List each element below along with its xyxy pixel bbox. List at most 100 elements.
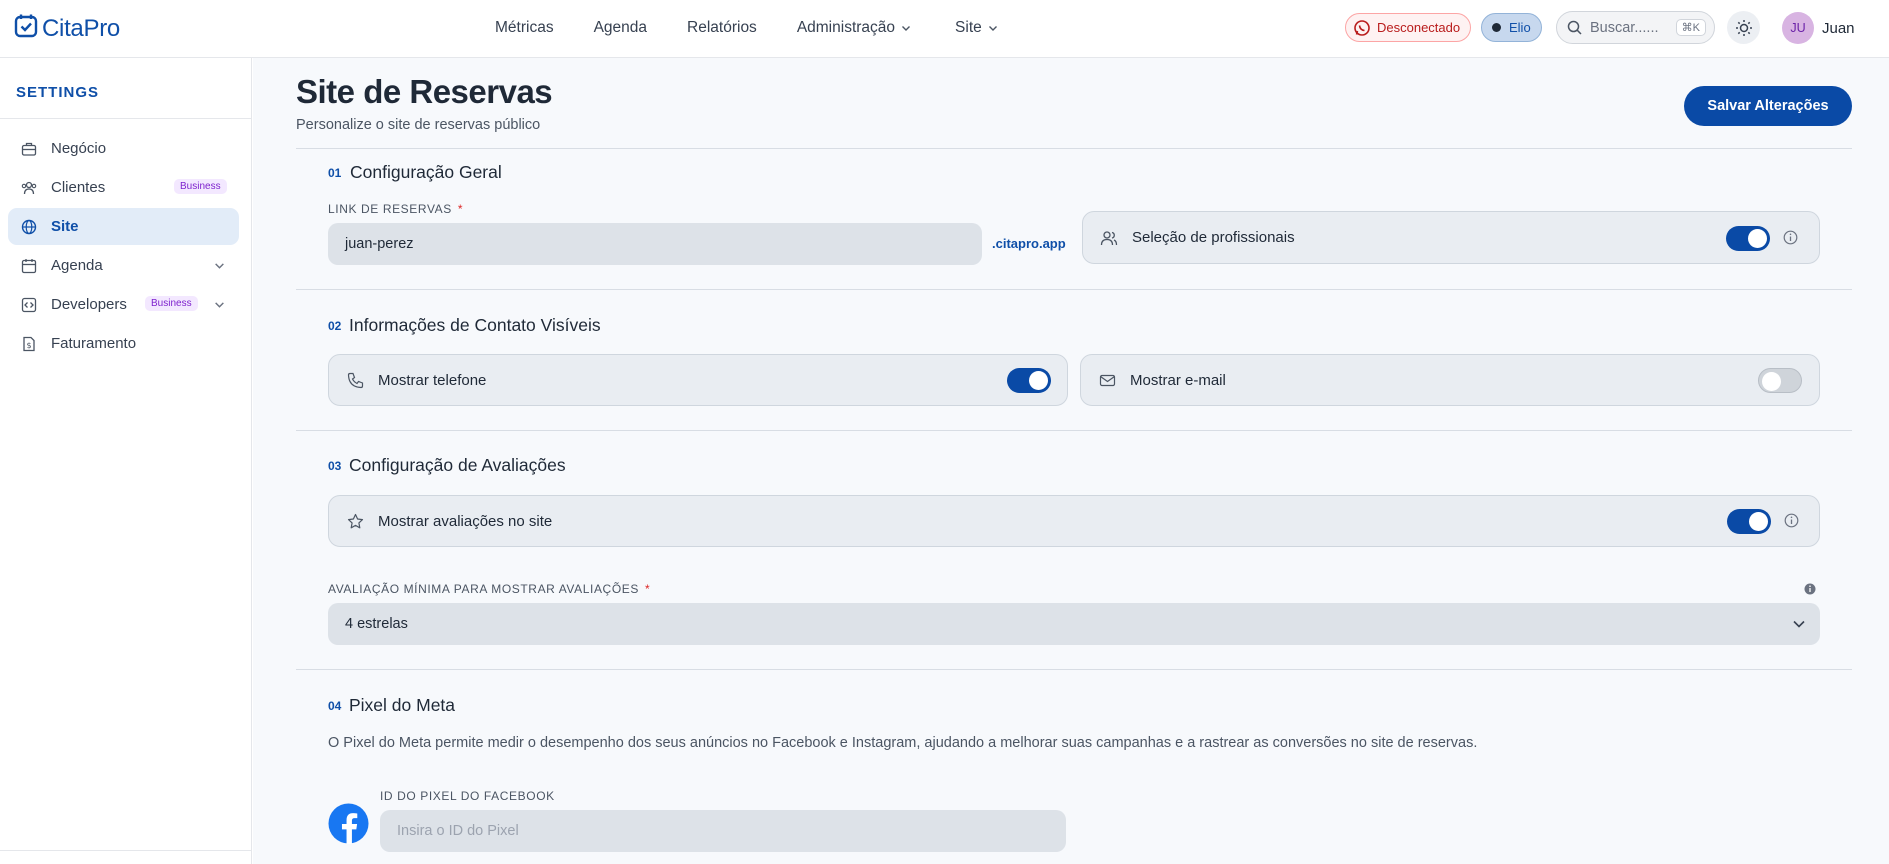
nav-metricas[interactable]: Métricas <box>495 19 554 37</box>
sidebar-item-negocio[interactable]: Negócio <box>8 130 239 167</box>
sidebar-item-developers[interactable]: Developers Business <box>8 286 239 323</box>
chevron-down-icon <box>215 302 224 308</box>
sidebar-item-label: Developers <box>51 296 127 313</box>
show-phone-label: Mostrar telefone <box>378 371 487 389</box>
code-icon <box>21 297 37 313</box>
logo[interactable]: CitaPro <box>14 13 120 44</box>
nav-agenda[interactable]: Agenda <box>594 19 647 37</box>
assistant-button[interactable]: Elio <box>1481 13 1542 42</box>
nav-site[interactable]: Site <box>955 19 998 37</box>
top-bar: CitaPro Métricas Agenda Relatórios Admin… <box>0 0 1889 58</box>
sidebar-bottom-divider <box>0 850 251 851</box>
toggle-knob <box>1762 372 1781 391</box>
required-mark: * <box>644 582 651 596</box>
divider <box>296 430 1852 431</box>
main-nav: Métricas Agenda Relatórios Administração… <box>495 0 998 56</box>
toggle-knob <box>1749 512 1768 531</box>
sidebar-item-faturamento[interactable]: $ Faturamento <box>8 325 239 362</box>
globe-icon <box>21 219 37 235</box>
svg-text:$: $ <box>26 341 31 350</box>
professionals-label: Seleção de profissionais <box>1132 229 1295 246</box>
assistant-icon <box>1492 23 1501 32</box>
section-title: Configuração Geral <box>350 162 502 182</box>
info-icon[interactable] <box>1783 230 1798 245</box>
page-subtitle: Personalize o site de reservas público <box>296 117 541 133</box>
save-button[interactable]: Salvar Alterações <box>1684 86 1852 126</box>
search-box[interactable]: Buscar...... ⌘K <box>1556 11 1715 44</box>
professionals-toggle[interactable] <box>1726 226 1770 251</box>
professionals-card: Seleção de profissionais <box>1082 211 1820 264</box>
min-rating-label-text: AVALIAÇÃO MÍNIMA PARA MOSTRAR AVALIAÇÕES <box>328 582 639 596</box>
nav-administracao[interactable]: Administração <box>797 19 911 37</box>
section-number: 03 <box>328 459 342 473</box>
search-input[interactable]: Buscar...... <box>1590 20 1676 36</box>
sidebar: SETTINGS Negócio Clientes Business Site … <box>0 58 252 864</box>
sidebar-item-label: Faturamento <box>51 335 137 352</box>
toggle-knob <box>1029 371 1048 390</box>
min-rating-label: AVALIAÇÃO MÍNIMA PARA MOSTRAR AVALIAÇÕES… <box>328 582 650 596</box>
divider <box>296 148 1852 149</box>
whatsapp-status-button[interactable]: Desconectado <box>1345 13 1472 42</box>
show-reviews-label: Mostrar avaliações no site <box>378 512 553 530</box>
sidebar-item-site[interactable]: Site <box>8 208 239 245</box>
sidebar-divider <box>0 118 251 119</box>
show-reviews-toggle[interactable] <box>1727 509 1771 534</box>
booking-link-input[interactable]: juan-perez <box>328 223 982 265</box>
status-label: Desconectado <box>1377 20 1461 35</box>
chevron-down-icon <box>902 26 911 31</box>
whatsapp-icon <box>1354 19 1370 36</box>
invoice-icon: $ <box>21 336 37 352</box>
section-title: Informações de Contato Visíveis <box>349 315 601 335</box>
chevron-down-icon <box>988 26 997 31</box>
sidebar-item-label: Clientes <box>51 179 106 196</box>
show-reviews-card: Mostrar avaliações no site <box>328 495 1820 547</box>
calendar-icon <box>21 258 37 274</box>
business-badge: Business <box>174 179 227 194</box>
facebook-icon <box>328 803 369 844</box>
sidebar-title: SETTINGS <box>16 84 100 101</box>
nav-administracao-label: Administração <box>796 19 896 36</box>
min-rating-select[interactable]: 4 estrelas <box>328 603 1820 645</box>
sidebar-item-label: Site <box>51 218 79 235</box>
info-filled-icon[interactable] <box>1804 583 1816 595</box>
min-rating-value: 4 estrelas <box>345 616 408 632</box>
avatar: JU <box>1782 12 1814 44</box>
toggle-knob <box>1748 229 1767 248</box>
mail-icon <box>1098 371 1116 389</box>
section-title: Pixel do Meta <box>349 695 456 715</box>
user-name: Juan <box>1822 19 1855 37</box>
link-label: LINK DE RESERVAS * <box>328 202 463 216</box>
business-badge: Business <box>145 296 198 311</box>
search-shortcut: ⌘K <box>1675 19 1706 36</box>
nav-relatorios[interactable]: Relatórios <box>687 19 757 37</box>
phone-icon <box>346 371 364 389</box>
section-number: 04 <box>328 699 342 713</box>
sidebar-item-agenda[interactable]: Agenda <box>8 247 239 284</box>
info-icon[interactable] <box>1784 513 1799 528</box>
sidebar-item-label: Agenda <box>51 257 103 274</box>
show-email-toggle[interactable] <box>1758 368 1802 393</box>
show-phone-toggle[interactable] <box>1007 368 1051 393</box>
chevron-down-icon <box>1793 620 1805 628</box>
show-email-card: Mostrar e-mail <box>1080 354 1820 406</box>
users-icon <box>21 180 37 196</box>
theme-toggle-button[interactable] <box>1727 11 1760 44</box>
calendar-check-icon <box>14 13 38 44</box>
show-phone-card: Mostrar telefone <box>328 354 1068 406</box>
search-icon <box>1567 20 1582 35</box>
pixel-id-input[interactable]: Insira o ID do Pixel <box>380 810 1066 852</box>
link-suffix: .citapro.app <box>992 236 1066 251</box>
sidebar-item-clientes[interactable]: Clientes Business <box>8 169 239 206</box>
user-menu[interactable]: JU Juan <box>1782 12 1855 44</box>
divider <box>296 669 1852 670</box>
section-number: 01 <box>328 166 342 180</box>
sidebar-item-label: Negócio <box>51 140 107 157</box>
chevron-down-icon <box>215 263 224 269</box>
assistant-label: Elio <box>1509 20 1531 35</box>
show-email-label: Mostrar e-mail <box>1130 371 1226 389</box>
logo-text: CitaPro <box>42 14 120 42</box>
users-icon <box>1100 229 1118 247</box>
pixel-description: O Pixel do Meta permite medir o desempen… <box>328 735 1478 751</box>
main-content: Site de Reservas Personalize o site de r… <box>253 58 1889 864</box>
required-mark: * <box>457 202 464 216</box>
